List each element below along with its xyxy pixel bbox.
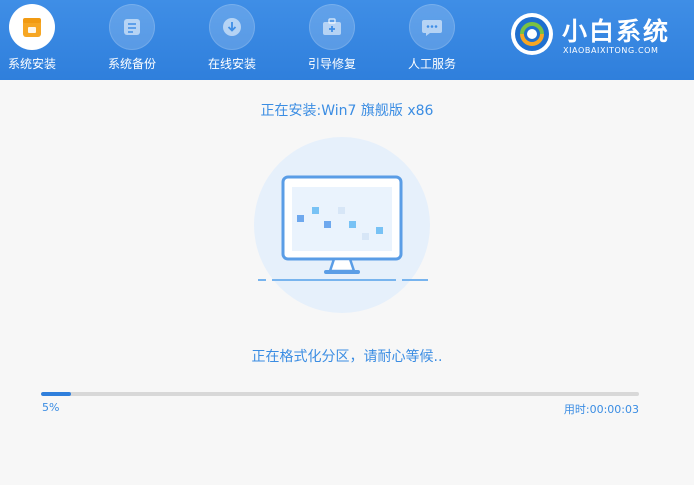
- brand-subtitle: XIAOBAIXITONG.COM: [563, 46, 659, 55]
- elapsed-time: 用时:00:00:03: [563, 403, 639, 416]
- nav-item-boot-repair[interactable]: 引导修复: [300, 0, 364, 80]
- install-progress-bar: [41, 392, 639, 396]
- install-status-text: 正在格式化分区，请耐心等候..: [251, 349, 443, 365]
- progress-fill: [41, 392, 71, 396]
- nav-label: 在线安装: [207, 57, 256, 71]
- install-title: 正在安装:Win7 旗舰版 x86: [260, 103, 434, 119]
- nav-item-system-install[interactable]: 系统安装: [0, 0, 64, 80]
- monitor-illustration-icon: [254, 137, 430, 313]
- nav-label: 人工服务: [407, 57, 456, 71]
- progress-percent: 5%: [42, 401, 60, 414]
- brand: 小白系统 XIAOBAIXITONG.COM: [510, 8, 690, 68]
- online-install-icon: [209, 4, 255, 50]
- nav-item-online-install[interactable]: 在线安装: [200, 0, 264, 80]
- chat-service-icon: [409, 4, 455, 50]
- system-install-icon: [9, 4, 55, 50]
- system-backup-icon: [109, 4, 155, 50]
- brand-logo-icon: [511, 13, 553, 55]
- boot-repair-icon: [309, 4, 355, 50]
- top-navigation-bar: 系统安装 系统备份 在线安装 引导修复 人工服务 小白系统 XIAOBAIXIT…: [0, 0, 694, 80]
- nav-label: 引导修复: [307, 57, 356, 71]
- nav-label: 系统备份: [107, 57, 156, 71]
- nav-label: 系统安装: [7, 57, 56, 71]
- nav-item-system-backup[interactable]: 系统备份: [100, 0, 164, 80]
- nav-item-chat-service[interactable]: 人工服务: [400, 0, 464, 80]
- brand-name: 小白系统: [562, 17, 671, 46]
